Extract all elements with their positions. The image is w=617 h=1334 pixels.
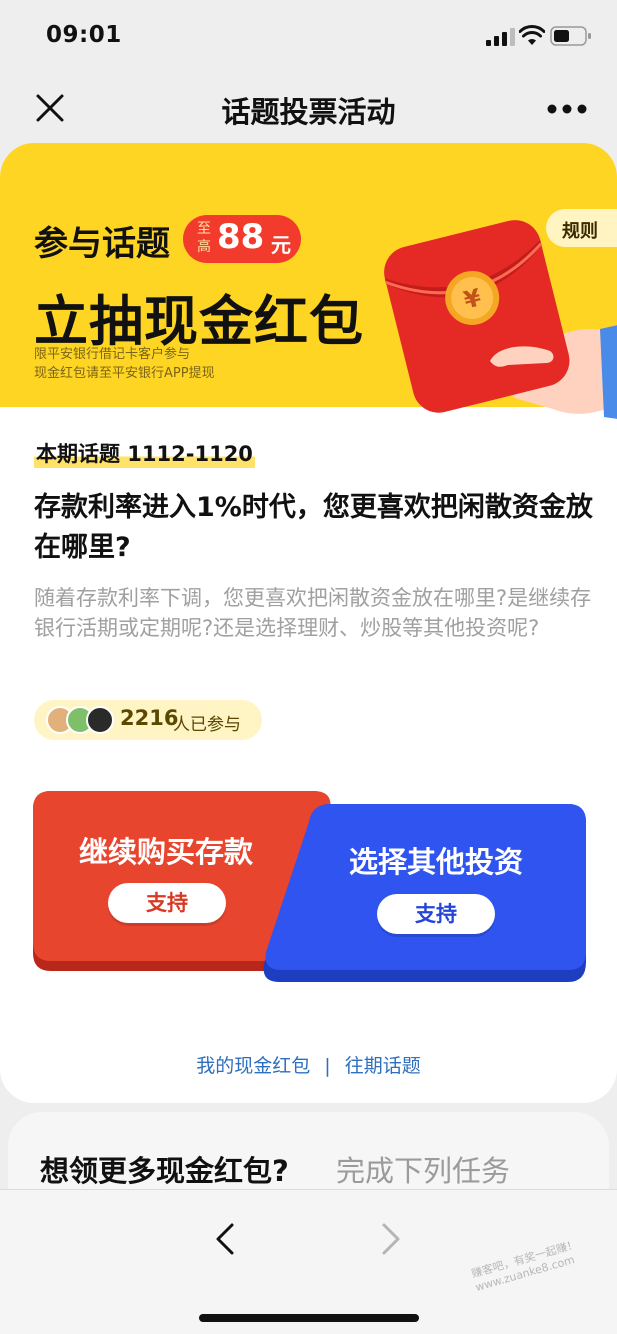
page-title: 话题投票活动: [221, 95, 396, 129]
participants-badge: 2216 人已参与: [34, 700, 262, 740]
vote-left-label: 继续购买存款: [79, 835, 254, 869]
max-amount-badge: 至高 88 元: [183, 215, 301, 263]
support-deposit-button[interactable]: 支持: [108, 883, 226, 923]
promo-banner: 参与话题 至高 88 元 立抽现金红包 限平安银行借记卡客户参与 现金红包请至平…: [0, 143, 617, 419]
battery-icon: [550, 26, 591, 46]
forward-arrow-icon[interactable]: [376, 1222, 406, 1256]
banner-note: 限平安银行借记卡客户参与: [34, 347, 191, 362]
nav-bar: 话题投票活动: [0, 75, 617, 143]
home-indicator: [199, 1314, 419, 1322]
back-arrow-icon[interactable]: [210, 1222, 240, 1256]
topic-period-tag: 本期话题 1112-1120: [34, 438, 255, 468]
vote-area: 继续购买存款 选择其他投资 支持 支持: [33, 791, 586, 982]
task-card-title: 想领更多现金红包?: [40, 1154, 289, 1188]
topic-card: 参与话题 至高 88 元 立抽现金红包 限平安银行借记卡客户参与 现金红包请至平…: [0, 143, 617, 1103]
topic-description: 随着存款利率下调，您更喜欢把闲散资金放在哪里?是继续存银行活期或定期呢?还是选择…: [34, 586, 592, 640]
amount-value: 88: [217, 217, 265, 257]
banner-headline: 参与话题: [34, 224, 170, 264]
participants-count: 2216: [120, 706, 179, 730]
link-separator: |: [324, 1055, 331, 1077]
participants-label: 人已参与: [173, 715, 241, 735]
more-icon[interactable]: [546, 103, 588, 115]
status-time: 09:01: [46, 22, 122, 48]
vote-right-label: 选择其他投资: [349, 845, 524, 879]
task-card-subtitle: 完成下列任务: [336, 1154, 511, 1188]
topic-question: 存款利率进入1%时代，您更喜欢把闲散资金放在哪里?: [34, 492, 593, 563]
rules-button[interactable]: 规则: [546, 209, 617, 247]
banner-note: 现金红包请至平安银行APP提现: [34, 366, 215, 381]
amount-unit: 元: [271, 233, 291, 257]
bottom-links: 我的现金红包 | 往期话题: [0, 1051, 617, 1078]
avatar: [86, 706, 114, 734]
status-bar: 09:01: [0, 0, 617, 75]
amount-prefix: 至高: [197, 221, 211, 255]
past-topics-link[interactable]: 往期话题: [345, 1055, 421, 1077]
support-investment-button[interactable]: 支持: [377, 894, 495, 934]
vote-option-other-investment[interactable]: [261, 804, 586, 982]
wifi-icon: [519, 25, 545, 45]
my-red-packet-link[interactable]: 我的现金红包: [196, 1055, 310, 1077]
cellular-signal-icon: [486, 28, 515, 46]
